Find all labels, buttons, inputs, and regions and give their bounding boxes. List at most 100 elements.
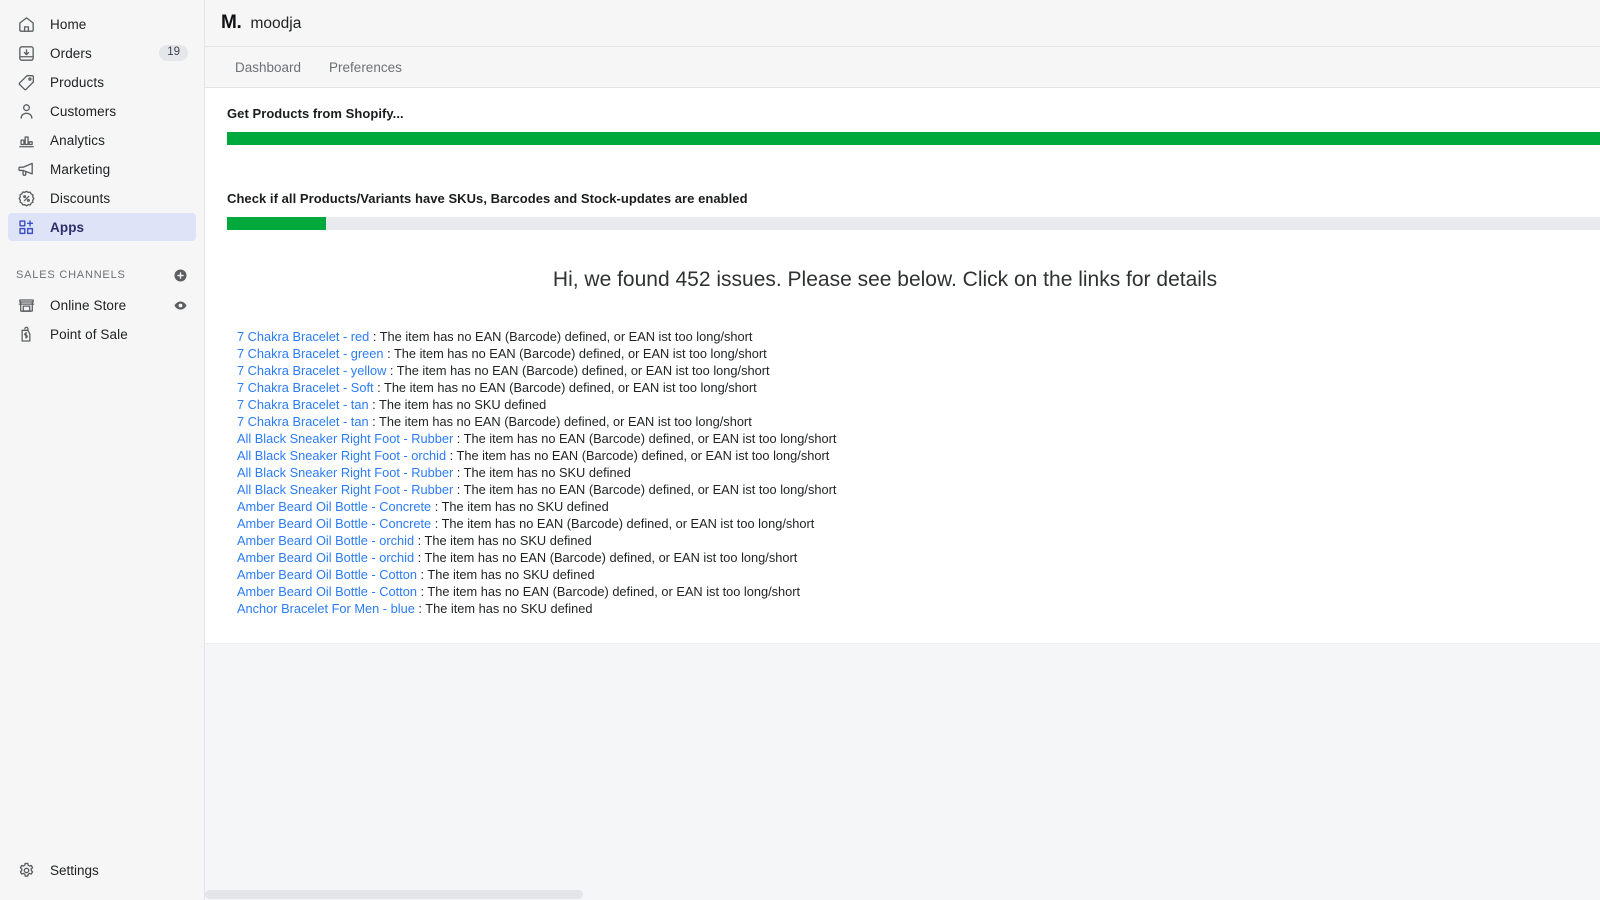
eye-icon[interactable] xyxy=(173,298,188,313)
issue-product-link[interactable]: Amber Beard Oil Bottle - orchid xyxy=(237,550,414,565)
progress-block-products: Get Products from Shopify... xyxy=(205,88,1600,145)
issue-product-link[interactable]: Amber Beard Oil Bottle - Concrete xyxy=(237,516,431,531)
issue-separator: : xyxy=(431,516,442,531)
issue-message: The item has no SKU defined xyxy=(379,397,547,412)
sidebar-item-label: Apps xyxy=(50,219,85,235)
issue-message: The item has no EAN (Barcode) defined, o… xyxy=(463,431,837,446)
issue-separator: : xyxy=(373,380,384,395)
sidebar-item-label: Home xyxy=(50,16,87,32)
issue-message: The item has no SKU defined xyxy=(424,533,592,548)
issue-message: The item has no EAN (Barcode) defined, o… xyxy=(456,448,830,463)
sidebar-item-orders[interactable]: Orders 19 xyxy=(8,39,196,67)
issue-message: The item has no EAN (Barcode) defined, o… xyxy=(379,414,752,429)
issue-separator: : xyxy=(414,533,425,548)
percent-badge-icon xyxy=(16,188,36,208)
sidebar-item-analytics[interactable]: Analytics xyxy=(8,126,196,154)
progress-bar-products xyxy=(227,132,1600,145)
issue-product-link[interactable]: 7 Chakra Bracelet - yellow xyxy=(237,363,386,378)
issue-separator: : xyxy=(414,601,426,616)
issue-separator: : xyxy=(446,448,457,463)
issue-product-link[interactable]: 7 Chakra Bracelet - tan xyxy=(237,397,369,412)
issue-message: The item has no EAN (Barcode) defined, o… xyxy=(384,380,757,395)
issue-separator: : xyxy=(453,431,464,446)
issue-row: Amber Beard Oil Bottle - Concrete : The … xyxy=(237,515,1600,532)
sidebar-nav-list: Home Orders 19 Products Customers Analyt… xyxy=(0,0,204,348)
megaphone-icon xyxy=(16,159,36,179)
sidebar: Home Orders 19 Products Customers Analyt… xyxy=(0,0,205,900)
app-topbar: M. moodja xyxy=(205,0,1600,47)
progress-block-skucheck: Check if all Products/Variants have SKUs… xyxy=(205,173,1600,230)
issue-product-link[interactable]: 7 Chakra Bracelet - red xyxy=(237,329,369,344)
sidebar-item-apps[interactable]: Apps xyxy=(8,213,196,241)
sidebar-item-label: Analytics xyxy=(50,132,105,148)
brand-name: moodja xyxy=(250,15,302,32)
issue-product-link[interactable]: Amber Beard Oil Bottle - Cotton xyxy=(237,584,417,599)
issue-separator: : xyxy=(369,329,380,344)
issue-product-link[interactable]: 7 Chakra Bracelet - tan xyxy=(237,414,369,429)
issue-separator: : xyxy=(368,414,380,429)
horizontal-scrollbar[interactable] xyxy=(205,889,1600,900)
issue-message: The item has no EAN (Barcode) defined, o… xyxy=(463,482,837,497)
issue-separator: : xyxy=(386,363,397,378)
issue-product-link[interactable]: Amber Beard Oil Bottle - Cotton xyxy=(237,567,417,582)
sidebar-item-marketing[interactable]: Marketing xyxy=(8,155,196,183)
progress-fill xyxy=(227,217,327,230)
issue-message: The item has no EAN (Barcode) defined, o… xyxy=(379,329,753,344)
sidebar-item-point-of-sale[interactable]: Point of Sale xyxy=(8,320,196,348)
issue-separator: : xyxy=(416,567,428,582)
issue-message: The item has no EAN (Barcode) defined, o… xyxy=(393,346,767,361)
issue-message: The item has no SKU defined xyxy=(441,499,609,514)
issue-row: All Black Sneaker Right Foot - Rubber : … xyxy=(237,464,1600,481)
app-root: Home Orders 19 Products Customers Analyt… xyxy=(0,0,1600,900)
issue-product-link[interactable]: 7 Chakra Bracelet - Soft xyxy=(237,380,374,395)
issues-list: 7 Chakra Bracelet - red : The item has n… xyxy=(205,292,1600,643)
tab-preferences[interactable]: Preferences xyxy=(315,47,416,88)
issue-row: Anchor Bracelet For Men - blue : The ite… xyxy=(237,600,1600,617)
issue-message: The item has no SKU defined xyxy=(425,601,593,616)
sidebar-item-label: Customers xyxy=(50,103,117,119)
storefront-icon xyxy=(16,295,36,315)
scrollbar-thumb[interactable] xyxy=(205,890,583,899)
issue-separator: : xyxy=(453,465,464,480)
issue-row: 7 Chakra Bracelet - yellow : The item ha… xyxy=(237,362,1600,379)
issue-row: 7 Chakra Bracelet - tan : The item has n… xyxy=(237,413,1600,430)
issue-message: The item has no SKU defined xyxy=(427,567,595,582)
sidebar-item-products[interactable]: Products xyxy=(8,68,196,96)
issue-product-link[interactable]: All Black Sneaker Right Foot - Rubber xyxy=(237,431,453,446)
add-sales-channel-plus-icon[interactable] xyxy=(173,268,188,283)
issue-separator: : xyxy=(414,550,425,565)
dashboard-card: Get Products from Shopify... Check if al… xyxy=(205,88,1600,644)
progress-label: Get Products from Shopify... xyxy=(227,106,404,121)
tab-dashboard[interactable]: Dashboard xyxy=(221,47,315,88)
issue-row: All Black Sneaker Right Foot - orchid : … xyxy=(237,447,1600,464)
progress-bar-skucheck xyxy=(227,217,1600,230)
sidebar-item-discounts[interactable]: Discounts xyxy=(8,184,196,212)
sidebar-item-label: Orders xyxy=(50,45,92,61)
issue-product-link[interactable]: All Black Sneaker Right Foot - orchid xyxy=(237,448,446,463)
issue-product-link[interactable]: Amber Beard Oil Bottle - Concrete xyxy=(237,499,431,514)
issue-separator: : xyxy=(416,584,428,599)
issue-row: All Black Sneaker Right Foot - Rubber : … xyxy=(237,481,1600,498)
sidebar-item-label: Discounts xyxy=(50,190,111,206)
issue-product-link[interactable]: All Black Sneaker Right Foot - Rubber xyxy=(237,482,453,497)
issue-separator: : xyxy=(383,346,394,361)
issue-separator: : xyxy=(368,397,380,412)
issue-separator: : xyxy=(453,482,464,497)
sidebar-item-customers[interactable]: Customers xyxy=(8,97,196,125)
issue-product-link[interactable]: Amber Beard Oil Bottle - orchid xyxy=(237,533,414,548)
orders-inbox-icon xyxy=(16,43,36,63)
sidebar-item-label: Online Store xyxy=(50,297,127,313)
issue-product-link[interactable]: Anchor Bracelet For Men - blue xyxy=(237,601,415,616)
issue-row: 7 Chakra Bracelet - tan : The item has n… xyxy=(237,396,1600,413)
issue-row: Amber Beard Oil Bottle - Cotton : The it… xyxy=(237,566,1600,583)
sidebar-item-online-store[interactable]: Online Store xyxy=(8,291,196,319)
sidebar-item-settings[interactable]: Settings xyxy=(0,856,204,884)
issue-product-link[interactable]: 7 Chakra Bracelet - green xyxy=(237,346,384,361)
sidebar-item-home[interactable]: Home xyxy=(8,10,196,38)
issue-product-link[interactable]: All Black Sneaker Right Foot - Rubber xyxy=(237,465,453,480)
bar-chart-icon xyxy=(16,130,36,150)
settings-label: Settings xyxy=(50,862,99,878)
home-icon xyxy=(16,14,36,34)
issue-row: All Black Sneaker Right Foot - Rubber : … xyxy=(237,430,1600,447)
issue-row: 7 Chakra Bracelet - green : The item has… xyxy=(237,345,1600,362)
